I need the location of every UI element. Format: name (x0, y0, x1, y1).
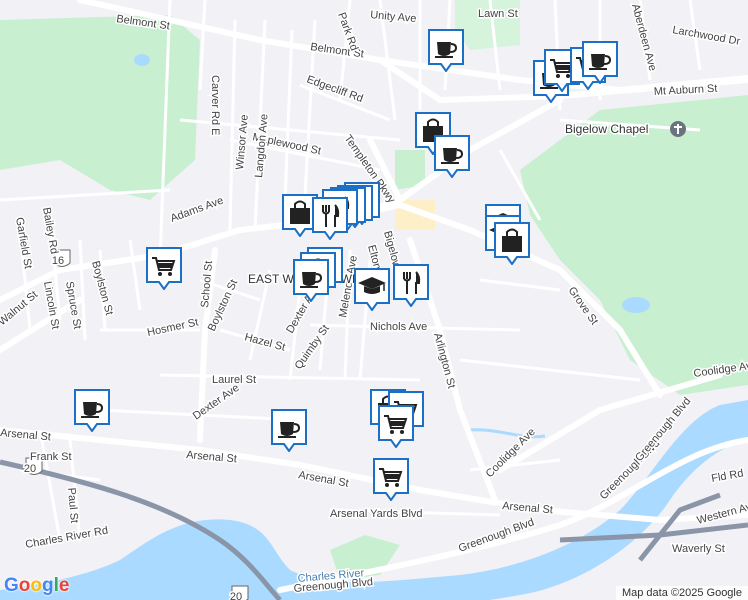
street-label-arsenal-st-1: Arsenal St (0, 427, 51, 443)
poi-marker-restaurant[interactable] (311, 196, 349, 240)
street-label-adams-ave: Adams Ave (169, 195, 225, 225)
google-logo-letter: g (42, 575, 54, 596)
google-logo-letter: o (18, 575, 31, 596)
street-label-hazel-st: Hazel St (243, 331, 286, 353)
street-label-winsor-ave: Winsor Ave (234, 114, 251, 170)
pond (134, 54, 150, 66)
street-label-paul-st: Paul St (65, 487, 80, 523)
street-label-route-20-b: 20 (230, 591, 242, 600)
map-attribution: Map data ©2025 Google (615, 586, 748, 600)
street-label-larchwood-dr: Larchwood Dr (671, 24, 741, 48)
street-label-charles-river-rd: Charles River Rd (24, 525, 109, 551)
street-label-quimby-st: Quimby St (293, 323, 332, 372)
google-logo-letter: e (58, 575, 70, 596)
map-view[interactable]: Belmont St Belmont St Unity Ave Lawn St Park… (0, 0, 748, 600)
street-label-aberdeen-ave: Aberdeen Ave (629, 3, 658, 73)
poi-marker-cafe[interactable] (73, 388, 111, 432)
poi-marker-restaurant[interactable] (392, 263, 430, 307)
street-label-route-20-a: 20 (24, 463, 36, 475)
poi-marker-cafe[interactable] (292, 258, 330, 302)
street-label-route-16: 16 (52, 255, 64, 267)
poi-marker-cafe[interactable] (427, 28, 465, 72)
street-label-nichols-ave: Nichols Ave (370, 321, 427, 333)
street-label-fld-rd: Fld Rd (710, 468, 744, 485)
street-label-garfield-st: Garfield St (13, 216, 34, 269)
poi-marker-cafe[interactable] (433, 134, 471, 178)
street-label-bigelow-chapel: Bigelow Chapel (565, 122, 648, 136)
park-area (0, 15, 200, 200)
street-label-carver-rd-e: Carver Rd E (209, 75, 221, 136)
poi-marker-grocery[interactable] (145, 246, 183, 290)
google-logo: Google (4, 575, 69, 597)
street-label-laurel-st: Laurel St (212, 374, 256, 386)
poi-marker-grocery[interactable] (372, 457, 410, 501)
street-label-frank-st: Frank St (30, 451, 72, 463)
street-label-bailey-rd: Bailey Rd (40, 206, 60, 254)
street-label-arlington-st: Arlington St (431, 332, 457, 390)
church-icon (670, 121, 686, 137)
street-label-unity-ave: Unity Ave (370, 9, 417, 25)
street-label-waverly-st: Waverly St (672, 543, 725, 555)
greenough-highway (559, 522, 748, 543)
street-label-mt-auburn-st: Mt Auburn St (654, 83, 718, 98)
google-logo-letter: o (30, 575, 42, 596)
pond (622, 297, 650, 313)
street-label-hosmer-st: Hosmer St (146, 316, 199, 339)
street-label-boylston-st-1: Boylston St (89, 260, 115, 317)
poi-marker-school[interactable] (353, 267, 391, 311)
google-logo-letter: G (4, 575, 19, 596)
street-label-lawn-st: Lawn St (478, 8, 518, 20)
street-label-arsenal-st-4: Arsenal St (502, 500, 554, 516)
poi-marker-grocery[interactable] (377, 404, 415, 448)
poi-marker-cafe[interactable] (581, 40, 619, 84)
poi-marker-cafe[interactable] (270, 408, 308, 452)
street-label-arsenal-yards-blvd: Arsenal Yards Blvd (330, 508, 423, 520)
street-label-school-st: School St (199, 260, 215, 308)
poi-marker-shopping[interactable] (493, 221, 531, 265)
